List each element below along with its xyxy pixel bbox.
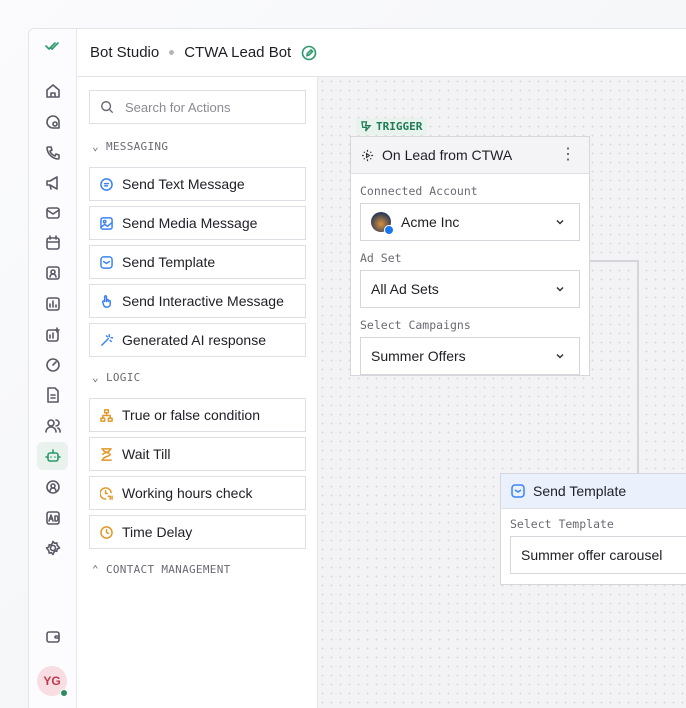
search-icon [101,101,114,114]
tag-label: TRIGGER [376,120,423,133]
document-icon[interactable] [37,381,68,409]
trigger-tag: TRIGGER [356,118,428,135]
edit-icon[interactable] [301,45,317,61]
select-value: Summer offer carousel [521,547,663,563]
section-title: LOGIC [105,371,141,384]
campaign-select[interactable]: Summer Offers [360,337,580,375]
header: Bot Studio CTWA Lead Bot [77,29,686,77]
calendar-icon[interactable] [37,229,68,257]
template-icon [511,484,525,498]
app-title: Bot Studio [90,44,160,61]
action-wait-till[interactable]: Wait Till [89,437,306,471]
field-label: Select Template [510,517,614,531]
field-label: Connected Account [360,184,478,198]
actions-panel: Search for Actions ⌄ MESSAGING Send Text … [77,77,318,708]
action-label: Send Text Message [122,176,245,192]
clock-icon [100,525,113,539]
section-title: MESSAGING [105,140,169,153]
chevron-down-icon [556,353,564,359]
action-send-media[interactable]: Send Media Message [89,206,306,240]
search-input[interactable]: Search for Actions [89,90,306,124]
home-icon[interactable] [37,77,68,105]
facebook-icon [384,225,394,235]
account-select[interactable]: Acme Inc [360,203,580,241]
send-template-node[interactable]: Send Template Select Template Summer off… [500,473,686,585]
action-send-interactive[interactable]: Send Interactive Message [89,284,306,318]
field-label: Ad Set [360,251,402,265]
search-placeholder: Search for Actions [125,99,231,115]
field-label: Select Campaigns [360,318,471,332]
sparkle-play-icon [361,149,374,161]
node-title: On Lead from CTWA [382,147,513,163]
clock-24-icon [100,486,113,500]
contacts-icon[interactable] [37,259,68,287]
select-value: All Ad Sets [371,281,439,297]
section-messaging[interactable]: ⌄ MESSAGING [92,140,168,153]
speedometer-icon[interactable] [37,351,68,379]
action-label: Send Media Message [122,215,258,231]
wallet-icon[interactable] [37,623,68,651]
bot-name: CTWA Lead Bot [184,44,292,61]
megaphone-icon[interactable] [37,169,68,197]
connector-line [590,260,638,262]
action-label: Time Delay [122,524,193,540]
select-value: Acme Inc [401,214,460,230]
trigger-node[interactable]: On Lead from CTWA ⋮ Connected Account Ac… [350,136,590,376]
template-icon [100,255,113,269]
analytics-icon[interactable] [37,321,68,349]
pointer-hand-icon [101,294,111,308]
image-icon [100,216,113,230]
action-send-text[interactable]: Send Text Message [89,167,306,201]
adset-select[interactable]: All Ad Sets [360,270,580,308]
ads-icon[interactable] [37,504,68,532]
action-working-hours[interactable]: Working hours check [89,476,306,510]
action-label: Send Interactive Message [122,293,284,309]
sidebar: YG [29,29,77,708]
action-time-delay[interactable]: Time Delay [89,515,306,549]
chevron-down-icon: ⌄ [92,371,99,384]
chevron-down-icon [556,286,564,292]
phone-icon[interactable] [37,139,68,167]
select-value: Summer Offers [371,348,466,364]
mail-icon[interactable] [37,199,68,227]
action-ai-response[interactable]: Generated AI response [89,323,306,357]
chat-icon[interactable] [37,108,68,136]
online-status-dot [60,689,68,697]
chat-bubble-icon [100,177,113,191]
connector-line [637,260,639,473]
separator-dot [169,50,175,55]
action-label: Generated AI response [122,332,266,348]
flowchart-icon [100,408,113,422]
trigger-icon [361,121,372,132]
section-logic[interactable]: ⌄ LOGIC [92,371,141,384]
action-send-template[interactable]: Send Template [89,245,306,279]
action-label: Wait Till [122,446,171,462]
template-select[interactable]: Summer offer carousel [510,536,686,574]
hourglass-icon [101,447,112,461]
settings-icon[interactable] [37,534,68,562]
facebook-account-avatar [371,212,394,235]
team-icon[interactable] [37,412,68,440]
section-title: CONTACT MANAGEMENT [105,563,231,576]
action-label: Send Template [122,254,216,270]
flow-canvas[interactable]: TRIGGER On Lead from CTWA ⋮ Connected Ac… [318,77,686,708]
logo-icon[interactable] [37,33,68,61]
more-options-icon[interactable]: ⋮ [560,147,576,163]
magic-wand-icon [101,333,113,346]
chevron-down-icon [556,219,564,225]
chevron-up-icon: ⌃ [92,563,99,576]
automation-icon[interactable] [37,473,68,501]
node-title: Send Template [533,483,627,499]
app-window: YG Bot Studio CTWA Lead Bot Search for A… [28,28,686,708]
action-condition[interactable]: True or false condition [89,398,306,432]
action-label: True or false condition [122,407,260,423]
reports-icon[interactable] [37,290,68,318]
chevron-down-icon: ⌄ [92,140,99,153]
action-label: Working hours check [122,485,253,501]
section-contact-management[interactable]: ⌃ CONTACT MANAGEMENT [92,563,231,576]
bot-icon[interactable] [37,442,68,470]
